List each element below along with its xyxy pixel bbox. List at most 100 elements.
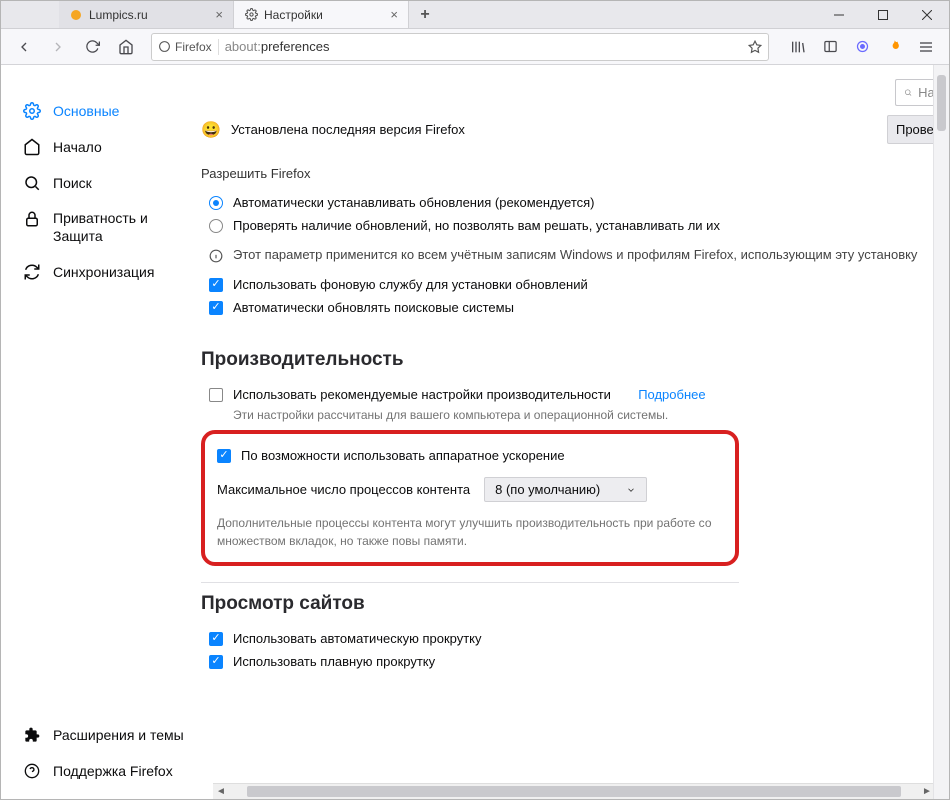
window-controls xyxy=(817,1,949,28)
checkbox-label: Использовать фоновую службу для установк… xyxy=(233,277,588,292)
sidebar-label: Основные xyxy=(53,103,119,119)
lock-icon xyxy=(23,210,41,228)
radio-auto-install[interactable]: Автоматически устанавливать обновления (… xyxy=(201,191,949,214)
url-text: about:preferences xyxy=(225,39,742,54)
firefox-icon xyxy=(158,40,171,53)
maximize-button[interactable] xyxy=(861,1,905,29)
settings-main: Най 😀 Установлена последняя версия Firef… xyxy=(201,65,949,799)
sidebar-label: Синхронизация xyxy=(53,264,154,280)
update-note: Этот параметр применится ко всем учётным… xyxy=(201,237,949,273)
tab-title: Настройки xyxy=(264,8,384,22)
update-status-text: Установлена последняя версия Firefox xyxy=(231,122,877,137)
checkbox-label: Использовать рекомендуемые настройки про… xyxy=(233,387,611,402)
checkbox-auto-search[interactable]: Автоматически обновлять поисковые систем… xyxy=(201,296,949,319)
performance-highlight: По возможности использовать аппаратное у… xyxy=(201,430,739,566)
sidebar-label: Начало xyxy=(53,139,102,155)
sidebar-icon[interactable] xyxy=(815,33,845,61)
divider xyxy=(201,582,739,583)
checkbox-smooth-scroll[interactable]: Использовать плавную прокрутку xyxy=(201,650,949,673)
gear-icon xyxy=(23,102,41,120)
sidebar-item-home[interactable]: Начало xyxy=(1,129,201,165)
search-icon xyxy=(904,86,912,99)
checkbox-icon xyxy=(209,278,223,292)
menu-icon[interactable] xyxy=(911,33,941,61)
back-button[interactable] xyxy=(9,33,39,61)
tab-settings[interactable]: Настройки × xyxy=(234,1,409,28)
performance-heading: Производительность xyxy=(201,349,949,371)
url-bar[interactable]: Firefox about:preferences xyxy=(151,33,769,61)
vertical-scrollbar[interactable] xyxy=(933,65,949,799)
recommended-desc: Эти настройки рассчитаны для вашего комп… xyxy=(201,406,949,424)
identity-label: Firefox xyxy=(175,40,212,54)
checkbox-label: По возможности использовать аппаратное у… xyxy=(241,448,565,463)
processes-desc: Дополнительные процессы контента могут у… xyxy=(217,514,723,550)
select-value: 8 (по умолчанию) xyxy=(495,482,600,497)
checkbox-label: Автоматически обновлять поисковые систем… xyxy=(233,300,514,315)
radio-label: Автоматически устанавливать обновления (… xyxy=(233,195,595,210)
toolbar: Firefox about:preferences xyxy=(1,29,949,65)
processes-label: Максимальное число процессов контента xyxy=(217,482,470,497)
checkbox-label: Использовать плавную прокрутку xyxy=(233,654,435,669)
gear-icon xyxy=(244,8,258,22)
scrollbar-thumb[interactable] xyxy=(247,786,901,797)
browsing-heading: Просмотр сайтов xyxy=(201,593,949,615)
checkbox-bg-service[interactable]: Использовать фоновую службу для установк… xyxy=(201,273,949,296)
close-icon[interactable]: × xyxy=(215,7,223,22)
checkbox-label: Использовать автоматическую прокрутку xyxy=(233,631,482,646)
favicon-circle-icon xyxy=(69,8,83,22)
settings-sidebar: Основные Начало Поиск Приватность и Защи… xyxy=(1,65,201,799)
sidebar-label: Расширения и темы xyxy=(53,727,184,743)
puzzle-icon xyxy=(23,726,41,744)
radio-label: Проверять наличие обновлений, но позволя… xyxy=(233,218,720,233)
close-window-button[interactable] xyxy=(905,1,949,29)
sidebar-label: Поиск xyxy=(53,175,92,191)
minimize-button[interactable] xyxy=(817,1,861,29)
sidebar-item-search[interactable]: Поиск xyxy=(1,165,201,201)
scrollbar-thumb[interactable] xyxy=(937,75,946,131)
bookmark-icon[interactable] xyxy=(748,40,762,54)
library-icon[interactable] xyxy=(783,33,813,61)
sidebar-item-extensions[interactable]: Расширения и темы xyxy=(1,717,201,753)
radio-icon xyxy=(209,196,223,210)
checkbox-icon xyxy=(209,301,223,315)
info-icon xyxy=(209,249,223,263)
learn-more-link[interactable]: Подробнее xyxy=(638,387,705,402)
radio-icon xyxy=(209,219,223,233)
sidebar-label: Поддержка Firefox xyxy=(53,763,173,779)
titlebar: Lumpics.ru × Настройки × + xyxy=(1,1,949,29)
allow-firefox-label: Разрешить Firefox xyxy=(201,166,949,181)
tab-lumpics[interactable]: Lumpics.ru × xyxy=(59,1,234,28)
content-processes-select[interactable]: 8 (по умолчанию) xyxy=(484,477,647,502)
close-icon[interactable]: × xyxy=(390,7,398,22)
checkbox-hw-accel[interactable]: По возможности использовать аппаратное у… xyxy=(217,444,723,467)
note-text: Этот параметр применится ко всем учётным… xyxy=(233,247,917,262)
sidebar-item-privacy[interactable]: Приватность и Защита xyxy=(1,201,201,254)
forward-button[interactable] xyxy=(43,33,73,61)
sidebar-item-support[interactable]: Поддержка Firefox xyxy=(1,753,201,789)
sidebar-item-general[interactable]: Основные xyxy=(1,93,201,129)
chevron-down-icon xyxy=(626,485,636,495)
smiley-icon: 😀 xyxy=(201,120,221,140)
sidebar-label: Приватность и Защита xyxy=(53,210,191,245)
search-icon xyxy=(23,174,41,192)
new-tab-button[interactable]: + xyxy=(409,1,441,28)
tab-title: Lumpics.ru xyxy=(89,8,209,22)
browser-window: Lumpics.ru × Настройки × + Firefox xyxy=(0,0,950,800)
home-icon xyxy=(23,138,41,156)
home-button[interactable] xyxy=(111,33,141,61)
horizontal-scrollbar[interactable]: ◄ ► xyxy=(213,783,935,799)
scroll-left-icon[interactable]: ◄ xyxy=(213,784,229,799)
sidebar-item-sync[interactable]: Синхронизация xyxy=(1,254,201,290)
radio-check-updates[interactable]: Проверять наличие обновлений, но позволя… xyxy=(201,214,949,237)
checkbox-icon xyxy=(209,388,223,402)
help-icon xyxy=(23,762,41,780)
identity-box[interactable]: Firefox xyxy=(158,40,212,54)
protection-icon[interactable] xyxy=(847,33,877,61)
fire-icon[interactable] xyxy=(879,33,909,61)
checkbox-auto-scroll[interactable]: Использовать автоматическую прокрутку xyxy=(201,627,949,650)
checkbox-icon xyxy=(217,449,231,463)
reload-button[interactable] xyxy=(77,33,107,61)
sync-icon xyxy=(23,263,41,281)
checkbox-icon xyxy=(209,632,223,646)
checkbox-use-recommended[interactable]: Использовать рекомендуемые настройки про… xyxy=(201,383,949,406)
